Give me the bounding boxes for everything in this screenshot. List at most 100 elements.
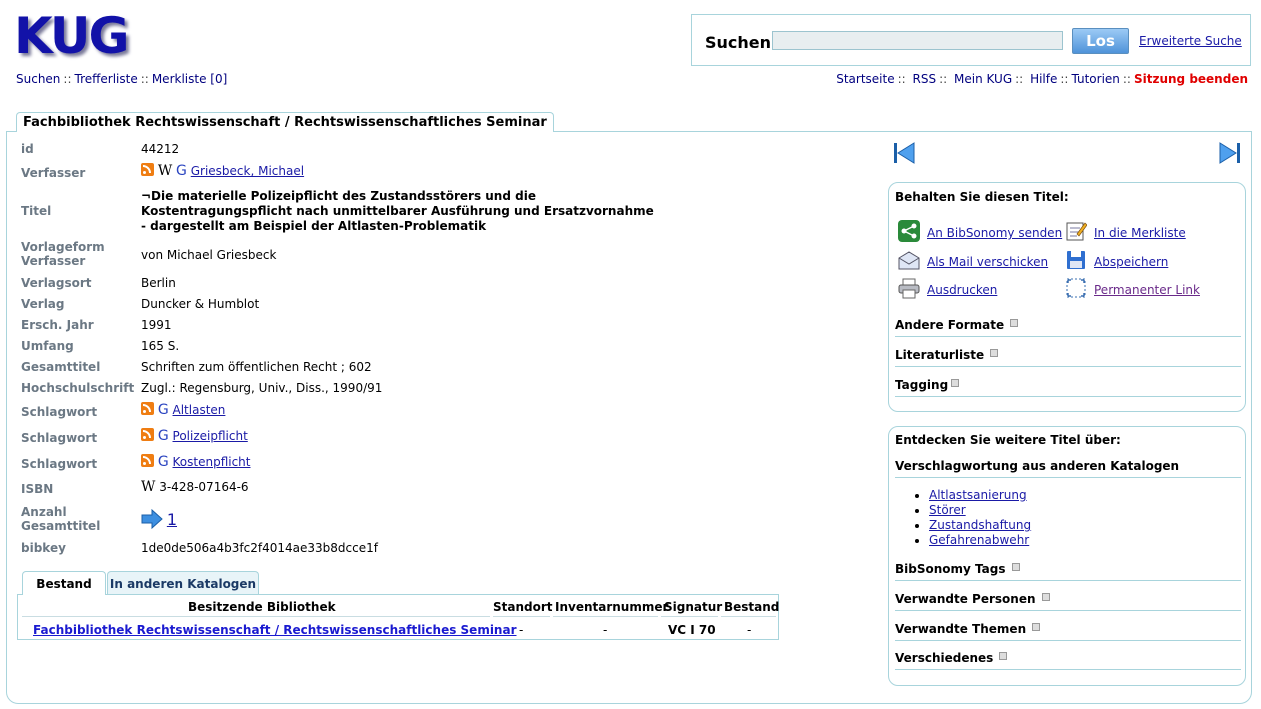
arrow-right-icon[interactable] xyxy=(141,508,163,530)
column-header: Signatur xyxy=(664,600,723,614)
field-label-year: Ersch. Jahr xyxy=(21,318,94,332)
print-link[interactable]: Ausdrucken xyxy=(927,283,997,297)
author-link[interactable]: Griesbeck, Michael xyxy=(191,164,304,178)
section-tagging[interactable]: Tagging xyxy=(895,378,1241,397)
title-line: Kostentragungspflicht nach unmittelbarer… xyxy=(141,204,654,218)
catalog-tab[interactable]: Fachbibliothek Rechtswissenschaft / Rech… xyxy=(16,112,554,132)
advanced-search-link[interactable]: Erweiterte Suche xyxy=(1139,34,1242,48)
field-value-subject: G Polizeipflicht xyxy=(141,428,248,443)
search-go-button[interactable]: Los xyxy=(1072,28,1129,54)
last-record-icon[interactable] xyxy=(1219,142,1241,164)
field-label-title: Titel xyxy=(21,204,52,218)
section-miscellaneous[interactable]: Verschiedenes xyxy=(895,651,1241,670)
keyword-list: Altlastsanierung Störer Zustandshaftung … xyxy=(911,488,1031,548)
field-value-series: Schriften zum öffentlichen Recht ; 602 xyxy=(141,360,372,374)
field-value-year: 1991 xyxy=(141,318,172,332)
subject-link[interactable]: Altlasten xyxy=(173,403,226,417)
notepad-icon xyxy=(1066,222,1087,241)
search-input[interactable] xyxy=(772,31,1063,50)
kug-logo[interactable]: KUG xyxy=(14,8,130,64)
section-label: Verwandte Personen xyxy=(895,592,1036,606)
expand-icon[interactable] xyxy=(1032,623,1041,631)
field-label-place: Verlagsort xyxy=(21,276,92,290)
field-label-series: Gesamttitel xyxy=(21,360,101,374)
first-record-icon[interactable] xyxy=(893,142,915,164)
field-value-title: ¬Die materielle Polizeipflicht des Zusta… xyxy=(141,189,654,234)
nav-bookmarks[interactable]: Merkliste [0] xyxy=(152,72,227,86)
expand-icon[interactable] xyxy=(1010,319,1019,327)
keyword-link[interactable]: Störer xyxy=(929,503,966,517)
subject-link[interactable]: Polizeipflicht xyxy=(173,429,248,443)
mail-link[interactable]: Als Mail verschicken xyxy=(927,255,1048,269)
section-literature-list[interactable]: Literaturliste xyxy=(895,348,1241,367)
nav-home[interactable]: Startseite xyxy=(836,72,894,86)
keyword-link[interactable]: Altlastsanierung xyxy=(929,488,1027,502)
field-label-bibkey: bibkey xyxy=(21,541,66,555)
expand-icon[interactable] xyxy=(1011,563,1020,571)
field-value-publisher: Duncker & Humblot xyxy=(141,297,260,311)
column-header: Standort xyxy=(493,600,553,614)
nav-tutorials[interactable]: Tutorien xyxy=(1071,72,1119,86)
title-line: ¬Die materielle Polizeipflicht des Zusta… xyxy=(141,189,536,203)
table-cell: - xyxy=(603,623,608,637)
expand-icon[interactable] xyxy=(990,349,999,357)
search-label: Suchen xyxy=(705,33,772,52)
section-related-topics[interactable]: Verwandte Themen xyxy=(895,622,1241,641)
tab-bestand[interactable]: Bestand xyxy=(22,571,106,595)
nav-logout[interactable]: Sitzung beenden xyxy=(1134,72,1248,86)
floppy-disk-icon xyxy=(1067,251,1085,269)
isbn-value: 3-428-07164-6 xyxy=(159,480,249,494)
nav-hits[interactable]: Trefferliste xyxy=(75,72,138,86)
section-bibsonomy-tags[interactable]: BibSonomy Tags xyxy=(895,562,1241,581)
expand-icon[interactable] xyxy=(999,652,1008,660)
keyword-link[interactable]: Gefahrenabwehr xyxy=(929,533,1029,547)
field-label-extent: Umfang xyxy=(21,339,74,353)
google-icon[interactable]: G xyxy=(176,163,187,179)
field-label-subject: Schlagwort xyxy=(21,431,98,445)
section-subject-headings: Verschlagwortung aus anderen Katalogen xyxy=(895,459,1241,478)
section-label: Andere Formate xyxy=(895,318,1005,332)
google-icon[interactable]: G xyxy=(158,454,169,470)
wikipedia-icon[interactable]: W xyxy=(141,479,155,495)
bookmark-link[interactable]: In die Merkliste xyxy=(1094,226,1186,240)
google-icon[interactable]: G xyxy=(158,428,169,444)
right-nav: Startseite:: RSS:: Mein KUG:: Hilfe:: Tut… xyxy=(836,72,1248,86)
rss-icon[interactable] xyxy=(141,454,154,467)
field-label-author: Verfasser xyxy=(21,166,86,180)
subject-link[interactable]: Kostenpflicht xyxy=(173,455,251,469)
section-related-persons[interactable]: Verwandte Personen xyxy=(895,592,1241,611)
keep-title-box: Behalten Sie diesen Titel: An BibSonomy … xyxy=(888,182,1246,412)
permalink-icon xyxy=(1066,278,1086,298)
save-link[interactable]: Abspeichern xyxy=(1094,255,1168,269)
field-value-form: von Michael Griesbeck xyxy=(141,248,277,262)
divider xyxy=(493,616,550,617)
list-item: Gefahrenabwehr xyxy=(929,533,1031,548)
share-icon xyxy=(898,220,920,242)
keyword-link[interactable]: Zustandshaftung xyxy=(929,518,1031,532)
rss-icon[interactable] xyxy=(141,402,154,415)
field-value-bibkey: 1de0de506a4b3fc2f4014ae33b8dcce1f xyxy=(141,541,378,555)
permalink-link[interactable]: Permanenter Link xyxy=(1094,283,1200,297)
divider xyxy=(22,616,490,617)
field-value-extent: 165 S. xyxy=(141,339,180,353)
nav-rss[interactable]: RSS xyxy=(913,72,937,86)
expand-icon[interactable] xyxy=(1041,593,1050,601)
label-line: Anzahl xyxy=(21,505,67,519)
expand-icon[interactable] xyxy=(951,379,960,387)
wikipedia-icon[interactable]: W xyxy=(158,163,172,179)
count-link[interactable]: 1 xyxy=(167,510,177,529)
field-label-form: Vorlageform Verfasser xyxy=(21,240,105,268)
table-cell: - xyxy=(747,623,752,637)
field-label-subject: Schlagwort xyxy=(21,405,98,419)
google-icon[interactable]: G xyxy=(158,402,169,418)
rss-icon[interactable] xyxy=(141,163,154,176)
tab-other-catalogs[interactable]: In anderen Katalogen xyxy=(107,571,259,594)
section-other-formats[interactable]: Andere Formate xyxy=(895,318,1241,337)
nav-mykug[interactable]: Mein KUG xyxy=(954,72,1012,86)
nav-search[interactable]: Suchen xyxy=(16,72,60,86)
bibsonomy-link[interactable]: An BibSonomy senden xyxy=(927,226,1062,240)
rss-icon[interactable] xyxy=(141,428,154,441)
library-link[interactable]: Fachbibliothek Rechtswissenschaft / Rech… xyxy=(33,623,517,637)
nav-help[interactable]: Hilfe xyxy=(1030,72,1057,86)
divider xyxy=(553,616,658,617)
